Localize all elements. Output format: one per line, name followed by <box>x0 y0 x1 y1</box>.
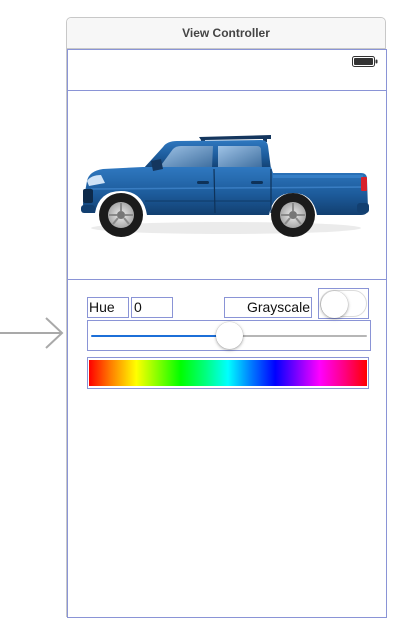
grayscale-label: Grayscale <box>224 297 312 318</box>
entry-point-arrow-icon <box>0 317 64 349</box>
slider-thumb[interactable] <box>215 322 243 349</box>
switch-track[interactable] <box>320 290 367 318</box>
truck-image-view <box>67 90 387 280</box>
hue-spectrum-gradient <box>89 360 367 386</box>
hue-slider[interactable] <box>87 320 371 351</box>
hue-label: Hue <box>87 297 129 318</box>
grayscale-switch[interactable] <box>318 288 369 319</box>
scene-title: View Controller <box>67 18 385 49</box>
view-controller-scene[interactable]: View Controller Hue 0 Grayscale <box>66 17 387 618</box>
truck-image <box>81 135 369 237</box>
root-view[interactable]: Hue 0 Grayscale <box>67 49 387 618</box>
switch-knob[interactable] <box>321 291 348 318</box>
slider-min-track <box>91 335 229 337</box>
hue-spectrum-view <box>87 357 369 389</box>
slider-max-track <box>229 335 367 337</box>
battery-icon <box>352 56 378 67</box>
hue-value-label: 0 <box>131 297 173 318</box>
